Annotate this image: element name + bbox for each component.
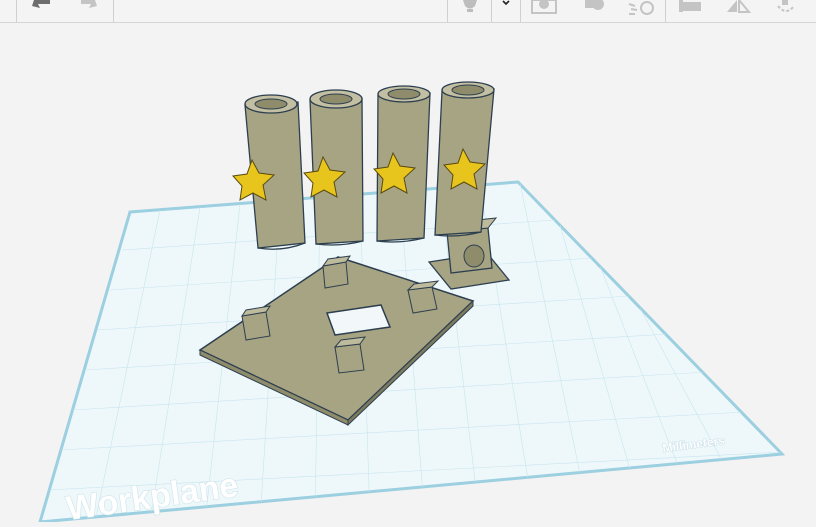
cruise-button[interactable] [766, 0, 806, 22]
show-hide-dropdown[interactable] [494, 0, 518, 22]
chevron-down-icon [501, 0, 511, 6]
3d-viewport[interactable]: Workplane Millimeters [0, 24, 816, 527]
lightbulb-icon [458, 0, 482, 14]
group-icon [528, 0, 560, 16]
toolbar-divider [113, 0, 114, 22]
mirror-icon [723, 0, 753, 14]
main-toolbar [0, 0, 816, 23]
group-button[interactable] [526, 0, 562, 22]
workplane-tool-icon [675, 0, 705, 14]
shapes-icon [623, 0, 657, 16]
redo-button[interactable] [66, 0, 110, 22]
solid-hole-button[interactable] [618, 0, 662, 22]
ungroup-icon [579, 0, 609, 14]
toolbar-divider [665, 0, 666, 22]
cruise-icon [772, 0, 800, 16]
redo-icon [75, 0, 101, 10]
mirror-button[interactable] [718, 0, 758, 22]
toolbar-divider [491, 0, 492, 22]
workplane-button[interactable] [670, 0, 710, 22]
toolbar-divider [520, 0, 521, 22]
toolbar-divider [16, 0, 17, 22]
show-hide-button[interactable] [450, 0, 490, 22]
scene: Workplane Millimeters [37, 81, 786, 527]
toolbar-divider [447, 0, 448, 22]
undo-button[interactable] [20, 0, 62, 22]
undo-icon [28, 0, 54, 10]
ungroup-button[interactable] [574, 0, 614, 22]
